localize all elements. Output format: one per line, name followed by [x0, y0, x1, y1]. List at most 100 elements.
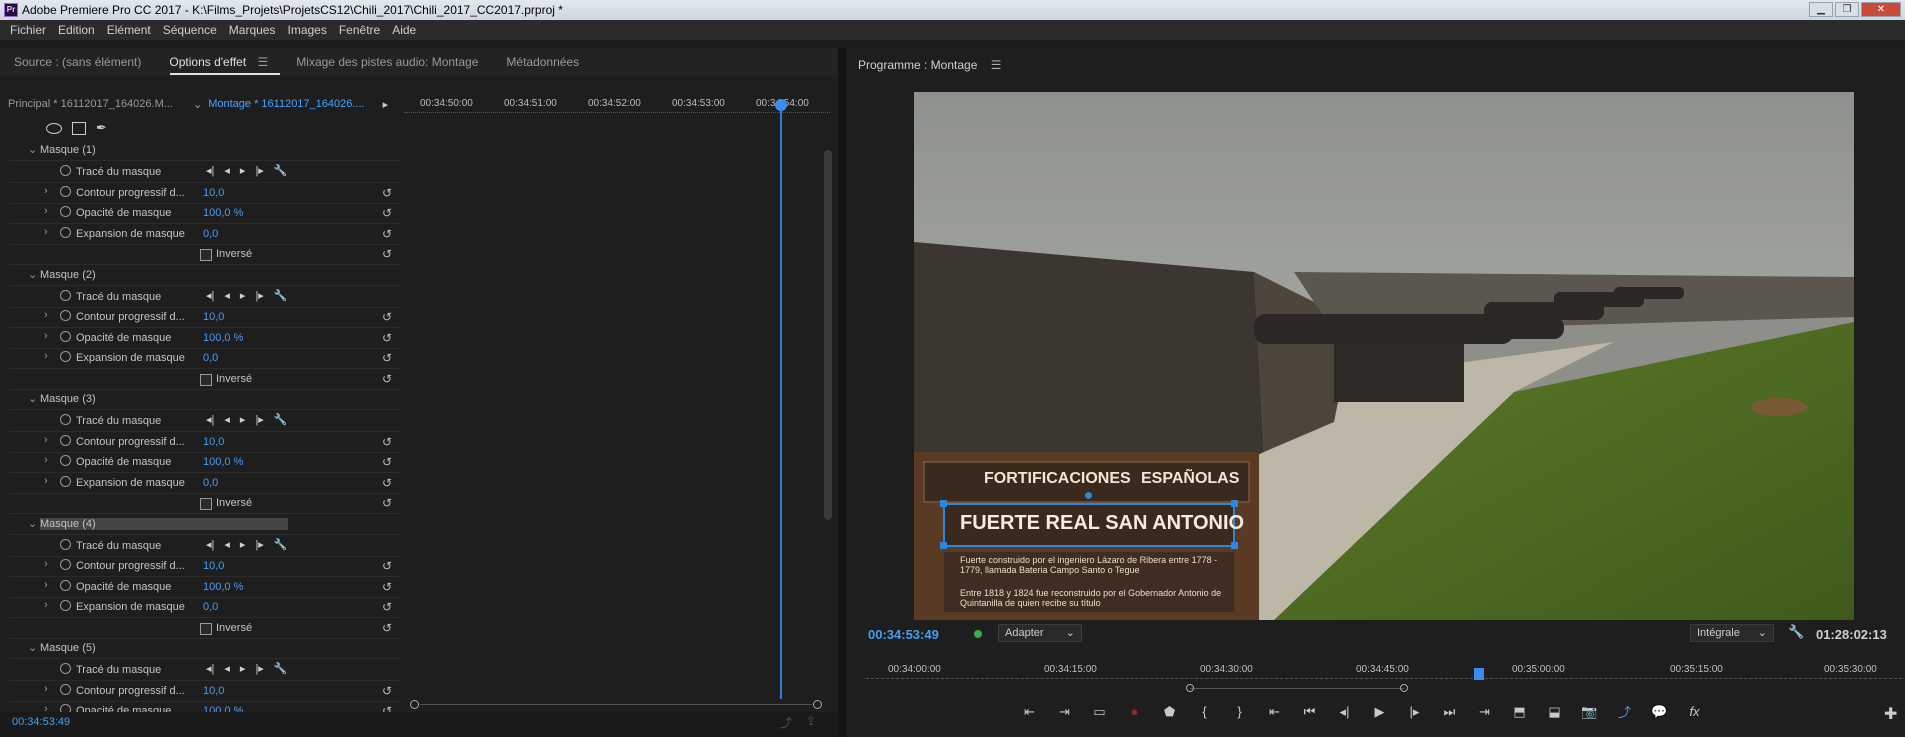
stopwatch-icon[interactable]	[60, 165, 71, 176]
wrench-icon[interactable]: 🔧	[274, 538, 288, 551]
add-marker-icon[interactable]: ⬟	[1152, 704, 1187, 720]
reset-icon[interactable]: ↺	[382, 310, 392, 324]
track-forward-icon[interactable]: ▸	[240, 538, 246, 551]
panel-menu-icon[interactable]: ☰	[250, 55, 269, 69]
mask-row-feather[interactable]: › Contour progressif d... 10,0 ↺	[10, 432, 402, 453]
inverted-checkbox[interactable]	[200, 373, 212, 386]
track-back-icon[interactable]: ◂	[224, 662, 230, 675]
menu-element[interactable]: Elément	[101, 23, 157, 37]
program-current-timecode[interactable]: 00:34:53:49	[868, 627, 939, 642]
mask-row-path[interactable]: Tracé du masque ◂| ◂ ▸ |▸ 🔧	[10, 162, 402, 183]
add-button-icon[interactable]: ✚	[1884, 704, 1897, 724]
track-back-icon[interactable]: ◂	[224, 413, 230, 426]
zoom-navigator[interactable]	[1190, 688, 1404, 689]
stopwatch-icon[interactable]	[60, 206, 71, 217]
chevron-right-icon[interactable]: ›	[44, 185, 48, 197]
chevron-down-icon[interactable]: ⌄	[193, 98, 202, 111]
play-arrow-icon[interactable]: ▸	[383, 98, 389, 111]
menu-aide[interactable]: Aide	[386, 23, 422, 37]
chevron-right-icon[interactable]: ›	[44, 309, 48, 321]
track-back-icon[interactable]: ◂	[224, 164, 230, 177]
stopwatch-icon[interactable]	[60, 310, 71, 321]
property-value[interactable]: 100,0 %	[203, 332, 243, 344]
mask-row-path[interactable]: Tracé du masque ◂| ◂ ▸ |▸ 🔧	[10, 660, 402, 681]
stopwatch-icon[interactable]	[60, 351, 71, 362]
settings-wrench-icon[interactable]: 🔧	[1788, 624, 1804, 640]
reset-icon[interactable]: ↺	[382, 559, 392, 573]
stopwatch-icon[interactable]	[60, 185, 71, 197]
mask-handle[interactable]	[940, 542, 947, 549]
reset-icon[interactable]: ↺	[382, 372, 392, 386]
stopwatch-icon[interactable]	[60, 455, 71, 466]
step-forward-icon[interactable]: |▸	[1397, 704, 1432, 720]
mask-row-name[interactable]: ⌄ Masque (1)	[10, 140, 402, 161]
tab-metadata[interactable]: Métadonnées	[492, 55, 593, 69]
mask-row-name[interactable]: ⌄ Masque (5)	[10, 638, 402, 659]
mask-row-expansion[interactable]: › Expansion de masque 0,0 ↺	[10, 473, 402, 494]
wrench-icon[interactable]: 🔧	[274, 662, 288, 675]
track-forward-icon[interactable]: ▸	[240, 289, 246, 302]
chevron-right-icon[interactable]: ›	[44, 454, 48, 466]
chevron-right-icon[interactable]: ›	[44, 205, 48, 217]
property-value[interactable]: 0,0	[203, 352, 218, 364]
track-back-all-icon[interactable]: ◂|	[206, 164, 214, 177]
horizontal-zoom-scrollbar[interactable]	[410, 700, 822, 709]
track-forward-all-icon[interactable]: |▸	[255, 289, 263, 302]
mask-row-name[interactable]: ⌄ Masque (2)	[10, 265, 402, 286]
panel-divider[interactable]	[838, 48, 846, 737]
mask-handle[interactable]	[940, 500, 947, 507]
property-value[interactable]: 10,0	[203, 311, 224, 323]
menu-fichier[interactable]: Fichier	[4, 23, 52, 37]
reset-icon[interactable]: ↺	[382, 331, 392, 345]
track-back-icon[interactable]: ◂	[224, 538, 230, 551]
record-icon[interactable]: ●	[1117, 704, 1152, 719]
menu-edition[interactable]: Edition	[52, 23, 101, 37]
mask-row-inverted[interactable]: Inversé ↺	[10, 493, 402, 514]
wrench-icon[interactable]: 🔧	[274, 413, 288, 426]
effect-timeline-ruler[interactable]: 00:34:50:00 00:34:51:00 00:34:52:00 00:3…	[404, 94, 830, 114]
inverted-checkbox[interactable]	[200, 249, 212, 261]
track-back-all-icon[interactable]: ◂|	[206, 289, 214, 302]
reset-icon[interactable]: ↺	[382, 206, 392, 220]
property-value[interactable]: 10,0	[203, 560, 224, 572]
reset-icon[interactable]: ↺	[382, 580, 392, 594]
scroll-handle-left[interactable]	[410, 700, 419, 709]
step-back-icon[interactable]: ◂|	[1327, 704, 1362, 720]
lift-icon[interactable]: ⬒	[1502, 704, 1537, 720]
tab-audio-mixer[interactable]: Mixage des pistes audio: Montage	[282, 55, 492, 69]
inverted-checkbox[interactable]	[200, 498, 212, 510]
property-value[interactable]: 100,0 %	[203, 456, 243, 468]
mask-row-inverted[interactable]: Inversé ↺	[10, 244, 402, 265]
mask-row-opacity[interactable]: › Opacité de masque 100,0 % ↺	[10, 328, 402, 349]
chevron-right-icon[interactable]: ›	[44, 599, 48, 611]
track-forward-all-icon[interactable]: |▸	[255, 164, 263, 177]
reset-icon[interactable]: ↺	[382, 351, 392, 365]
master-clip-label[interactable]: Principal * 16112017_164026.M...	[8, 98, 193, 110]
camera-icon[interactable]: 📷	[1572, 704, 1607, 720]
vertical-scrollbar[interactable]	[824, 150, 832, 520]
reset-icon[interactable]: ↺	[382, 186, 392, 200]
tab-program-monitor[interactable]: Programme : Montage ☰	[858, 58, 1002, 72]
minimize-button[interactable]: ▁	[1809, 2, 1833, 17]
program-playhead[interactable]	[1474, 668, 1484, 680]
pen-mask-icon[interactable]: ✒	[96, 120, 107, 136]
mask-row-feather[interactable]: › Contour progressif d... 10,0 ↺	[10, 183, 402, 204]
sequence-clip-label[interactable]: Montage * 16112017_164026....	[208, 98, 364, 110]
reset-icon[interactable]: ↺	[382, 600, 392, 614]
stopwatch-icon[interactable]	[60, 600, 71, 611]
playback-resolution-select[interactable]: Intégrale ⌄	[1690, 624, 1774, 642]
mask-row-name[interactable]: ⌄ Masque (4)	[10, 514, 402, 535]
track-back-all-icon[interactable]: ◂|	[206, 538, 214, 551]
reset-icon[interactable]: ↺	[382, 227, 392, 241]
mask-handle[interactable]	[1231, 542, 1238, 549]
track-back-all-icon[interactable]: ◂|	[206, 413, 214, 426]
chevron-right-icon[interactable]: ›	[44, 434, 48, 446]
menu-fenetre[interactable]: Fenêtre	[333, 23, 386, 37]
ellipse-mask-icon[interactable]	[46, 122, 62, 134]
mask-row-expansion[interactable]: › Expansion de masque 0,0 ↺	[10, 224, 402, 245]
chevron-down-icon[interactable]: ⌄	[28, 143, 37, 156]
stopwatch-icon[interactable]	[60, 414, 71, 425]
left-timecode[interactable]: 00:34:53:49	[12, 716, 70, 728]
reset-icon[interactable]: ↺	[382, 684, 392, 698]
chevron-down-icon[interactable]: ⌄	[28, 268, 37, 281]
